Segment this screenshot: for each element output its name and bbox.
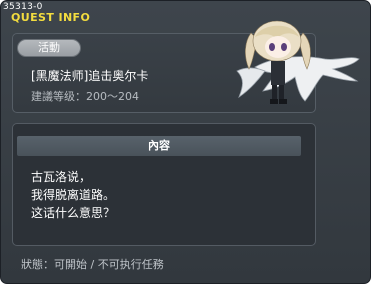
content-section-title: 內容 [17, 136, 301, 156]
face-shape [265, 36, 291, 58]
body-shape [271, 61, 285, 85]
eye-right [281, 43, 287, 51]
quest-dialogue: 古瓦洛说， 我得脱离道路。 这话什么意思？ [31, 168, 115, 222]
eye-left [269, 43, 275, 51]
window-title: QUEST INFO [11, 11, 91, 24]
quest-status: 狀態：可開始 / 不可执行任務 [21, 258, 164, 271]
dialogue-line: 古瓦洛说， [31, 170, 92, 184]
scarf-left-tail [236, 67, 266, 99]
npc-portrait-icon [236, 20, 360, 104]
dialogue-line: 这话什么意思？ [31, 206, 116, 220]
quest-info-window: 35313-0 QUEST INFO 活動 [黑魔法师]追击奥尔卡 建議等级：2… [0, 0, 371, 284]
boot-right [279, 99, 287, 104]
level-requirement: 建議等级：200～204 [31, 90, 139, 103]
leg-left [272, 85, 277, 101]
boot-left [270, 99, 278, 104]
dialogue-line: 我得脱离道路。 [31, 188, 116, 202]
leg-right [279, 85, 284, 101]
quest-name: [黑魔法师]追击奥尔卡 [31, 69, 149, 83]
category-badge: 活動 [17, 39, 81, 57]
